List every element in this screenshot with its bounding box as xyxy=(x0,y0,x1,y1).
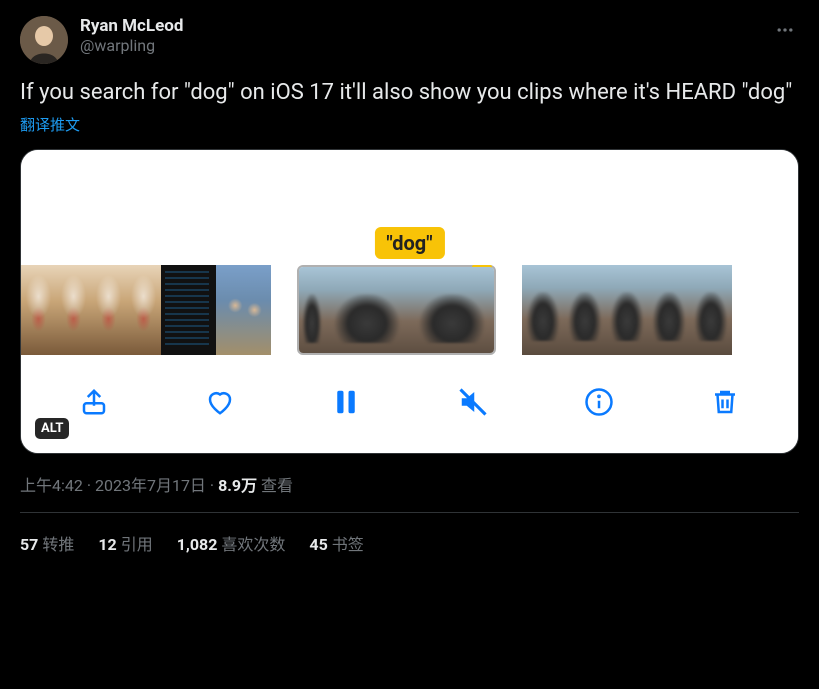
tweet-time: 上午4:42 xyxy=(20,476,83,495)
views-label: 查看 xyxy=(261,476,293,495)
views-count: 8.9万 xyxy=(218,476,257,495)
thumbnail xyxy=(409,267,494,355)
share-icon[interactable] xyxy=(77,385,111,419)
avatar[interactable] xyxy=(20,16,68,64)
thumbnail xyxy=(564,265,606,355)
alt-badge[interactable]: ALT xyxy=(35,418,69,439)
thumbnail xyxy=(91,265,126,355)
stats-row: 57转推 12引用 1,082喜欢次数 45书签 xyxy=(20,513,799,555)
thumbnail xyxy=(690,265,732,355)
author-names[interactable]: Ryan McLeod @warpling xyxy=(80,16,759,55)
tweet-date: 2023年7月17日 xyxy=(95,476,206,495)
tweet-header: Ryan McLeod @warpling xyxy=(20,16,799,64)
tweet-text: If you search for "dog" on iOS 17 it'll … xyxy=(20,78,799,108)
retweets-stat[interactable]: 57转推 xyxy=(20,531,74,555)
translate-link[interactable]: 翻译推文 xyxy=(20,114,80,135)
thumbnail xyxy=(216,265,271,355)
bookmarks-stat[interactable]: 45书签 xyxy=(309,531,363,555)
video-timeline[interactable] xyxy=(21,265,798,355)
search-highlight-label: "dog" xyxy=(374,227,444,259)
thumbnail xyxy=(161,265,216,355)
handle: @warpling xyxy=(80,36,759,55)
media-card[interactable]: "dog" xyxy=(20,149,799,454)
thumbnail xyxy=(126,265,161,355)
clip-group-3[interactable] xyxy=(522,265,732,355)
more-icon[interactable] xyxy=(771,16,799,44)
thumbnail xyxy=(299,267,324,355)
display-name: Ryan McLeod xyxy=(80,16,759,36)
thumbnail xyxy=(324,267,409,355)
thumbnail xyxy=(606,265,648,355)
trash-icon[interactable] xyxy=(708,385,742,419)
thumbnail xyxy=(522,265,564,355)
meta-line[interactable]: 上午4:42 · 2023年7月17日 · 8.9万 查看 xyxy=(20,472,799,496)
pause-icon[interactable] xyxy=(329,385,363,419)
clip-group-selected[interactable] xyxy=(297,265,496,355)
media-toolbar xyxy=(21,355,798,453)
media-header: "dog" xyxy=(21,150,798,265)
thumbnail xyxy=(56,265,91,355)
likes-stat[interactable]: 1,082喜欢次数 xyxy=(177,531,286,555)
heart-icon[interactable] xyxy=(203,385,237,419)
tweet-container: Ryan McLeod @warpling If you search for … xyxy=(0,0,819,555)
clip-group-1[interactable] xyxy=(21,265,271,355)
quotes-stat[interactable]: 12引用 xyxy=(98,531,152,555)
info-icon[interactable] xyxy=(582,385,616,419)
thumbnail xyxy=(648,265,690,355)
mute-icon[interactable] xyxy=(456,385,490,419)
thumbnail xyxy=(21,265,56,355)
